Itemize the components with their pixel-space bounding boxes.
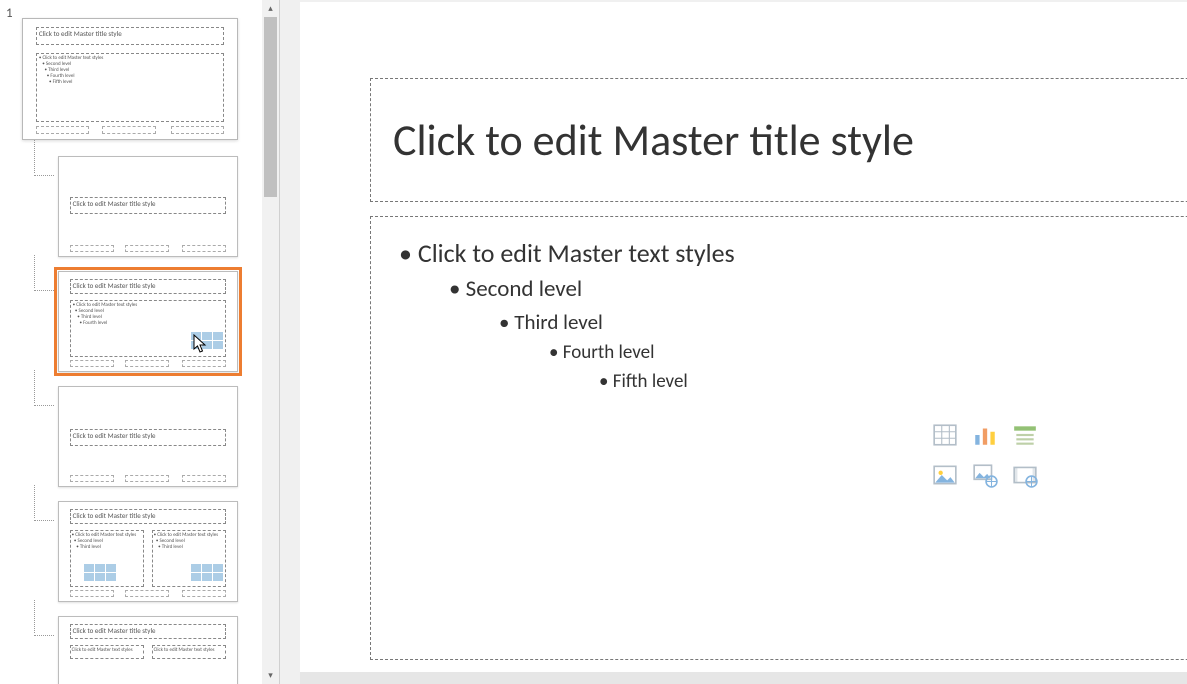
layout-row: Click to edit Master title style • Click… — [22, 271, 256, 372]
thumb-title-placeholder: Click to edit Master title style — [70, 279, 227, 294]
layout-thumbnail-title-and-content[interactable]: Click to edit Master title style • Click… — [58, 271, 238, 372]
footer-placeholder — [182, 245, 227, 252]
master-title-placeholder[interactable]: Click to edit Master title style — [370, 78, 1187, 202]
thumb-title-placeholder: Click to edit Master title style — [70, 429, 227, 447]
master-title-text: Click to edit Master title style — [393, 113, 914, 167]
layout-thumbnail-comparison[interactable]: Click to edit Master title style Click t… — [58, 616, 238, 684]
layout-row: Click to edit Master title style • Click… — [22, 501, 256, 602]
insert-picture-icon[interactable] — [927, 457, 963, 493]
thumb-content-icons — [84, 564, 116, 581]
slide-canvas[interactable]: Click to edit Master title style Click t… — [300, 2, 1187, 672]
footer-placeholder — [182, 475, 227, 482]
footer-placeholder — [171, 126, 225, 134]
scrollbar-track[interactable] — [262, 17, 279, 667]
insert-chart-icon[interactable] — [967, 417, 1003, 453]
tree-connector — [22, 265, 58, 315]
footer-placeholder — [70, 360, 115, 367]
tree-connector — [22, 495, 58, 545]
thumb-right-heading: Click to edit Master text styles — [152, 645, 227, 659]
slide-master-thumbnail[interactable]: Click to edit Master title style • Click… — [22, 18, 238, 140]
footer-placeholder — [182, 590, 227, 597]
slide-canvas-wrapper: Click to edit Master title style Click t… — [300, 2, 1187, 684]
footer-placeholder — [125, 590, 170, 597]
insert-smartart-icon[interactable] — [1007, 417, 1043, 453]
thumb-title-placeholder: Click to edit Master title style — [70, 197, 227, 215]
slide-editor-area: Click to edit Master title style Click t… — [280, 0, 1187, 684]
text-level-3: Third level — [499, 309, 1187, 335]
thumb-content-icons — [191, 332, 223, 349]
footer-placeholder — [125, 245, 170, 252]
footer-placeholder — [70, 590, 115, 597]
layout-row: Click to edit Master title style — [22, 386, 256, 487]
text-level-1: Click to edit Master text styles — [399, 237, 1187, 269]
layout-thumbnail-title-slide[interactable]: Click to edit Master title style — [58, 156, 238, 257]
thumbnail-viewport: 1 Click to edit Master title style • Cli… — [0, 0, 262, 684]
insert-online-picture-icon[interactable] — [967, 457, 1003, 493]
layout-thumbnail-two-content[interactable]: Click to edit Master title style • Click… — [58, 501, 238, 602]
layout-row: Click to edit Master title style — [22, 156, 256, 257]
master-thumb-title-placeholder: Click to edit Master title style — [36, 27, 224, 45]
footer-placeholder — [70, 475, 115, 482]
master-body-placeholder[interactable]: Click to edit Master text styles Second … — [370, 216, 1187, 660]
slide-master-thumbnail-panel: 1 Click to edit Master title style • Cli… — [0, 0, 280, 684]
footer-placeholder — [182, 360, 227, 367]
footer-placeholder — [102, 126, 156, 134]
thumb-title-placeholder: Click to edit Master title style — [70, 509, 227, 524]
footer-placeholder — [70, 245, 115, 252]
thumbnail-tree: Click to edit Master title style • Click… — [22, 18, 256, 684]
text-level-5: Fifth level — [599, 370, 1187, 393]
tree-connector — [22, 150, 58, 200]
scroll-down-arrow-icon[interactable]: ▾ — [262, 667, 279, 684]
thumb-left-heading: Click to edit Master text styles — [70, 645, 145, 659]
insert-video-icon[interactable] — [1007, 457, 1043, 493]
thumb-content-icons — [191, 564, 223, 581]
tree-connector — [22, 380, 58, 430]
app-root: 1 Click to edit Master title style • Cli… — [0, 0, 1187, 684]
footer-placeholder — [125, 360, 170, 367]
thumb-title-placeholder: Click to edit Master title style — [70, 624, 227, 639]
tree-connector — [22, 610, 58, 660]
insert-table-icon[interactable] — [927, 417, 963, 453]
layout-thumbnail-section-header[interactable]: Click to edit Master title style — [58, 386, 238, 487]
scrollbar-thumb[interactable] — [264, 17, 277, 197]
text-level-2: Second level — [449, 275, 1187, 303]
footer-placeholder — [36, 126, 90, 134]
text-level-4: Fourth level — [549, 341, 1187, 364]
master-index-number: 1 — [6, 6, 13, 21]
layout-row: Click to edit Master title style Click t… — [22, 616, 256, 684]
thumbnail-scrollbar[interactable]: ▴ ▾ — [262, 0, 279, 684]
footer-placeholder — [125, 475, 170, 482]
master-thumb-body-placeholder: • Click to edit Master text styles • Sec… — [36, 53, 224, 123]
scroll-up-arrow-icon[interactable]: ▴ — [262, 0, 279, 17]
content-placeholder-icon-grid — [927, 417, 1043, 493]
master-text-levels: Click to edit Master text styles Second … — [399, 237, 1187, 393]
